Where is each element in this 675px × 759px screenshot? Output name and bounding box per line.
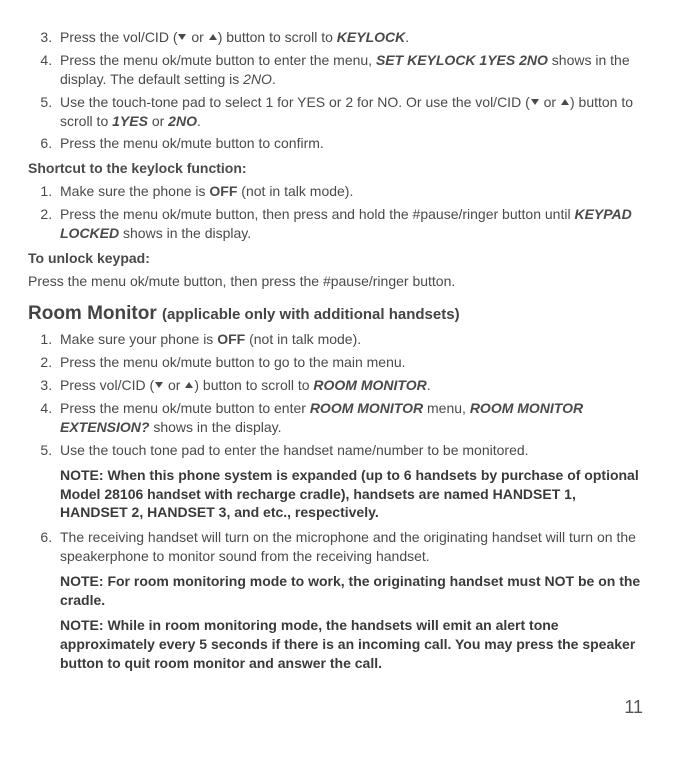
step-5: Use the touch-tone pad to select 1 for Y… bbox=[56, 93, 643, 131]
down-arrow-icon bbox=[178, 34, 186, 40]
shortcut-steps: Make sure the phone is OFF (not in talk … bbox=[28, 182, 643, 243]
room-monitor-steps: Make sure your phone is OFF (not in talk… bbox=[28, 330, 643, 672]
keylock-steps: Press the vol/CID ( or ) button to scrol… bbox=[28, 28, 643, 153]
step-3: Press the vol/CID ( or ) button to scrol… bbox=[56, 28, 643, 47]
room-monitor-title: Room Monitor (applicable only with addit… bbox=[28, 301, 643, 327]
page-number: 11 bbox=[28, 695, 643, 719]
shortcut-heading: Shortcut to the keylock function: bbox=[28, 159, 643, 178]
up-arrow-icon bbox=[185, 382, 193, 388]
rm-step-5: Use the touch tone pad to enter the hand… bbox=[56, 441, 643, 523]
down-arrow-icon bbox=[531, 99, 539, 105]
shortcut-step-1: Make sure the phone is OFF (not in talk … bbox=[56, 182, 643, 201]
up-arrow-icon bbox=[561, 99, 569, 105]
rm-step-6: The receiving handset will turn on the m… bbox=[56, 528, 643, 672]
unlock-heading: To unlock keypad: bbox=[28, 249, 643, 268]
rm-step-3: Press vol/CID ( or ) button to scroll to… bbox=[56, 376, 643, 395]
rm-step-1: Make sure your phone is OFF (not in talk… bbox=[56, 330, 643, 349]
step-6: Press the menu ok/mute button to confirm… bbox=[56, 134, 643, 153]
rm-note-3: NOTE: While in room monitoring mode, the… bbox=[60, 616, 643, 673]
rm-note-2: NOTE: For room monitoring mode to work, … bbox=[60, 572, 643, 610]
rm-step-4: Press the menu ok/mute button to enter R… bbox=[56, 399, 643, 437]
up-arrow-icon bbox=[209, 34, 217, 40]
shortcut-step-2: Press the menu ok/mute button, then pres… bbox=[56, 205, 643, 243]
rm-step-2: Press the menu ok/mute button to go to t… bbox=[56, 353, 643, 372]
unlock-text: Press the menu ok/mute button, then pres… bbox=[28, 272, 643, 291]
down-arrow-icon bbox=[155, 382, 163, 388]
step-4: Press the menu ok/mute button to enter t… bbox=[56, 51, 643, 89]
rm-note-1: NOTE: When this phone system is expanded… bbox=[60, 466, 643, 523]
